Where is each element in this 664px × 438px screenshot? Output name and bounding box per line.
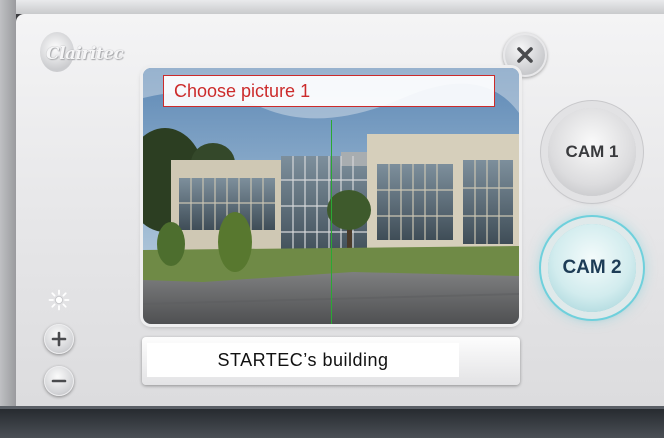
device-frame-top [0,0,664,14]
brand-logo: Clairitec [40,32,124,78]
caption-input-area: STARTEC’s building [147,343,459,377]
cam1-label: CAM 1 [565,142,619,161]
device-frame-glint [0,406,664,409]
plus-icon [51,331,67,347]
caption-text: STARTEC’s building [217,350,389,370]
close-icon [517,47,533,63]
cam2-button[interactable]: CAM 2 [548,224,636,312]
device-frame-bottom [0,406,664,438]
picture-cursor-line[interactable] [331,120,332,324]
logo-text: Clairitec [46,44,124,64]
cam2-label: CAM 2 [562,257,622,278]
caption-field: STARTEC’s building [142,337,520,385]
brightness-icon [48,289,70,311]
minus-icon [51,379,67,383]
brightness-increase-button[interactable] [44,324,74,354]
brightness-decrease-button[interactable] [44,366,74,396]
device-frame-left [0,0,16,438]
prompt-banner: Choose picture 1 [163,75,495,107]
prompt-text: Choose picture 1 [174,81,311,101]
cam1-button[interactable]: CAM 1 [548,108,636,196]
